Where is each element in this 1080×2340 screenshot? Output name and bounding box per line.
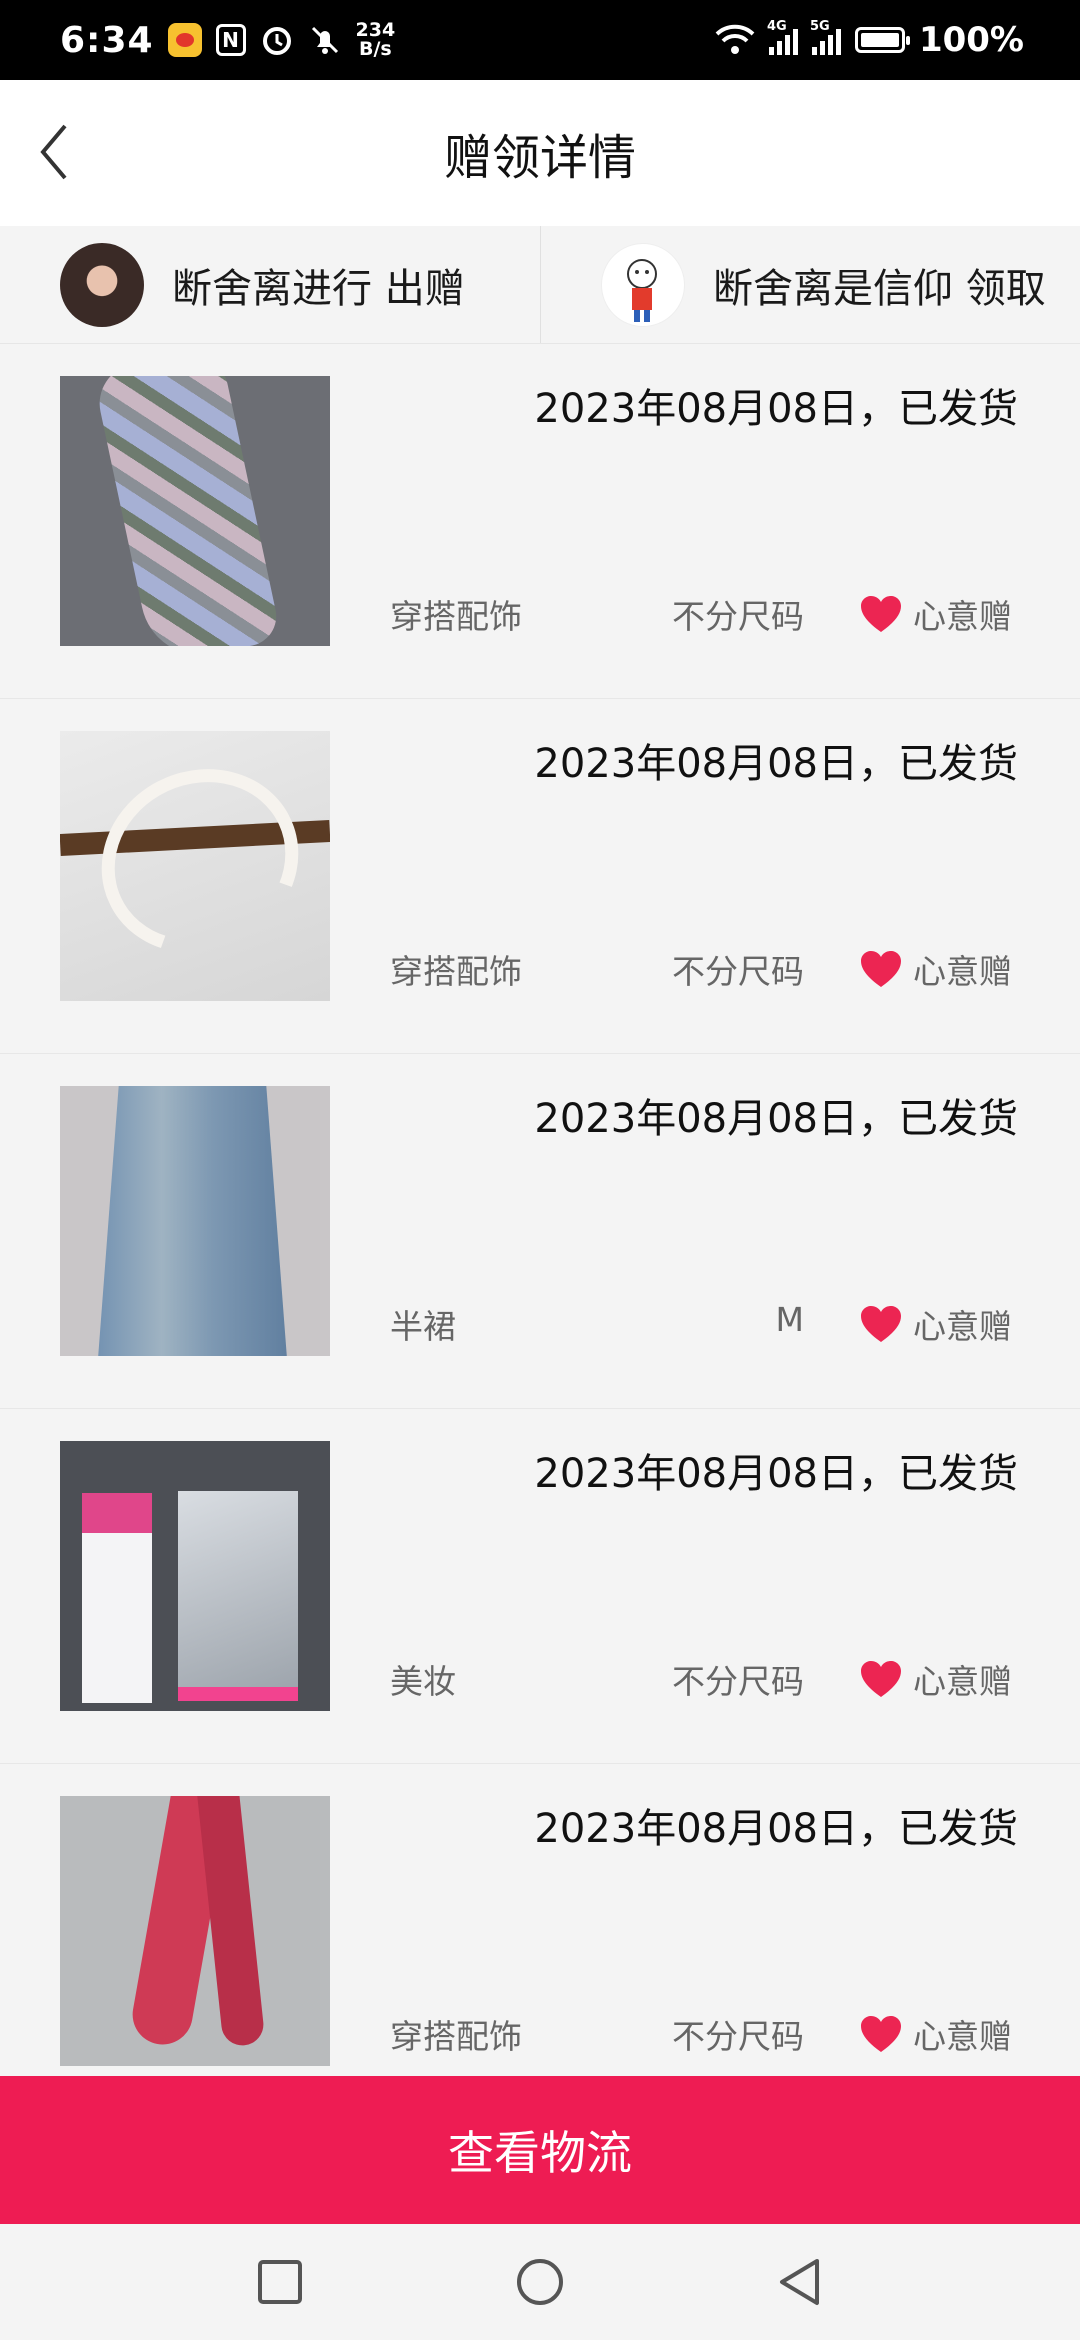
battery-icon (854, 27, 910, 53)
signal-5g-icon: 5G (810, 19, 841, 55)
triangle-back-icon (780, 2259, 819, 2305)
alarm-icon (260, 23, 294, 57)
gift-type: 心意赠 (859, 1655, 1012, 1703)
giver[interactable]: 断舍离进行 出赠 (0, 226, 540, 343)
item-size: 不分尺码 (672, 597, 804, 636)
item-date: 2023年08月08日，已发货 (534, 741, 1018, 787)
item-photo (60, 1086, 330, 1356)
recent-apps-button[interactable] (250, 2252, 310, 2312)
item-photo (60, 1796, 330, 2066)
item-size: 不分尺码 (672, 2017, 804, 2056)
item-category: 穿搭配饰 (390, 2017, 522, 2056)
signal-4g-icon: 4G (767, 19, 798, 55)
wifi-icon (715, 24, 755, 56)
page-title: 赠领详情 (443, 130, 636, 186)
receiver[interactable]: 断舍离是信仰 领取 (540, 226, 1080, 343)
gift-label: 心意赠 (913, 1662, 1012, 1701)
system-nav-bar (0, 2224, 1080, 2340)
status-time: 6:34 (60, 19, 154, 61)
participants-bar: 断舍离进行 出赠 断舍离是信仰 领取 (0, 226, 1080, 344)
heart-icon (861, 951, 901, 987)
item-size: M (775, 1300, 804, 1339)
view-logistics-button[interactable]: 查看物流 (0, 2076, 1080, 2224)
item-date: 2023年08月08日，已发货 (534, 1096, 1018, 1142)
item-photo (60, 731, 330, 1001)
circle-nav-icon (517, 2259, 563, 2305)
net-speed: 234 B/s (355, 19, 396, 60)
item-photo (60, 1441, 330, 1711)
item-date: 2023年08月08日，已发货 (534, 1451, 1018, 1497)
item-size: 不分尺码 (672, 1662, 804, 1701)
item-date: 2023年08月08日，已发货 (534, 1806, 1018, 1852)
gift-label: 心意赠 (913, 1307, 1012, 1346)
list-item[interactable]: 2023年08月08日，已发货 穿搭配饰 不分尺码 心意赠 (0, 699, 1080, 1054)
item-list: 2023年08月08日，已发货 穿搭配饰 不分尺码 心意赠 2023年08月08… (0, 344, 1080, 2119)
gift-type: 心意赠 (859, 1300, 1012, 1348)
item-category: 穿搭配饰 (390, 597, 522, 636)
list-item[interactable]: 2023年08月08日，已发货 半裙 M 心意赠 (0, 1054, 1080, 1409)
heart-icon (861, 596, 901, 632)
avatar (60, 243, 144, 327)
status-bar: 6:34 N 234 B/s 4G 5G 100% (0, 0, 1080, 80)
weibo-icon (167, 23, 202, 57)
item-date: 2023年08月08日，已发货 (534, 386, 1018, 432)
gift-type: 心意赠 (859, 590, 1012, 638)
gift-type: 心意赠 (859, 2010, 1012, 2058)
gift-label: 心意赠 (913, 952, 1012, 991)
heart-icon (861, 1661, 901, 1697)
item-category: 穿搭配饰 (390, 952, 522, 991)
mute-bell-icon (308, 23, 342, 57)
item-category: 美妆 (390, 1662, 456, 1701)
item-category: 半裙 (390, 1307, 456, 1346)
system-back-button[interactable] (770, 2252, 830, 2312)
gift-type: 心意赠 (859, 945, 1012, 993)
item-photo (60, 376, 330, 646)
list-item[interactable]: 2023年08月08日，已发货 美妆 不分尺码 心意赠 (0, 1409, 1080, 1764)
list-item[interactable]: 2023年08月08日，已发货 穿搭配饰 不分尺码 心意赠 (0, 1764, 1080, 2119)
avatar (601, 243, 685, 327)
list-item[interactable]: 2023年08月08日，已发货 穿搭配饰 不分尺码 心意赠 (0, 344, 1080, 699)
home-button[interactable] (510, 2252, 570, 2312)
square-nav-icon (258, 2260, 302, 2304)
giver-name: 断舍离进行 出赠 (172, 266, 465, 312)
header: 赠领详情 (0, 80, 1080, 226)
heart-icon (861, 2016, 901, 2052)
back-button[interactable] (24, 122, 84, 182)
back-arrow-icon (40, 124, 67, 180)
receiver-name: 断舍离是信仰 领取 (713, 266, 1046, 312)
heart-icon (861, 1306, 901, 1342)
gift-label: 心意赠 (913, 597, 1012, 636)
gift-label: 心意赠 (913, 2017, 1012, 2056)
nfc-icon: N (215, 24, 246, 56)
item-size: 不分尺码 (672, 952, 804, 991)
battery-percent: 100% (918, 20, 1024, 60)
